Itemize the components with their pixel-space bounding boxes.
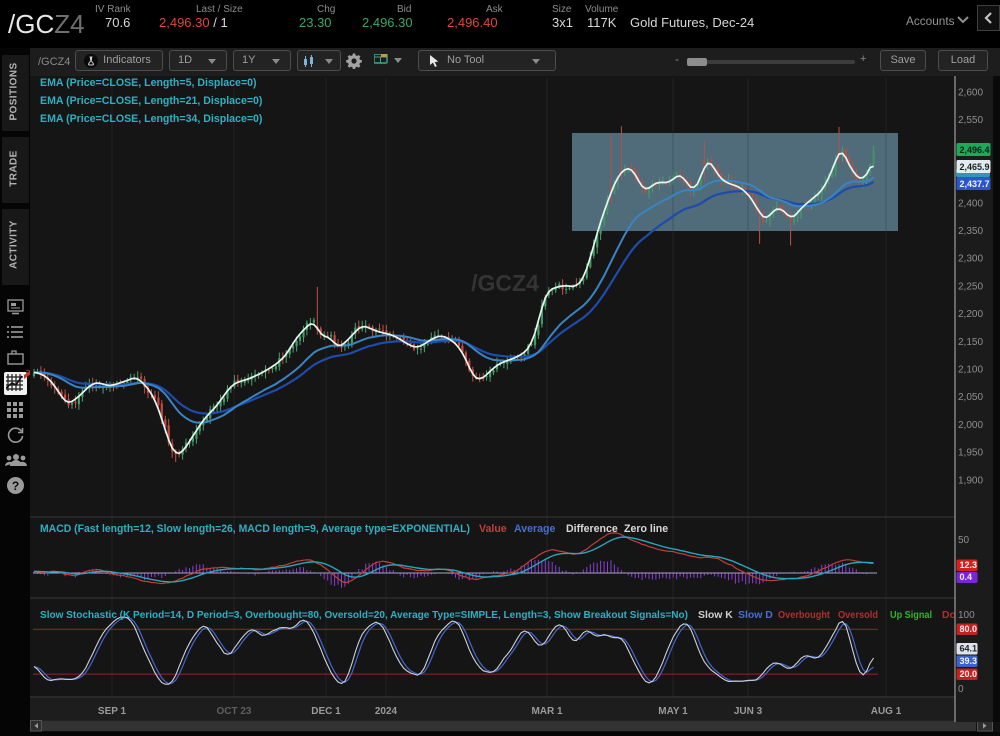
- svg-text:MAY 1: MAY 1: [658, 706, 688, 717]
- svg-text:MAR 1: MAR 1: [531, 706, 563, 717]
- svg-text:100: 100: [958, 610, 975, 621]
- svg-text:Slow D: Slow D: [738, 610, 773, 621]
- svg-text:2,050: 2,050: [958, 392, 983, 403]
- svg-text:DEC 1: DEC 1: [311, 706, 341, 717]
- svg-text:2,350: 2,350: [958, 226, 983, 237]
- svg-text:12.3: 12.3: [960, 560, 978, 570]
- svg-text:2,200: 2,200: [958, 309, 983, 320]
- svg-text:0.4: 0.4: [960, 572, 973, 582]
- svg-text:2,150: 2,150: [958, 337, 983, 348]
- svg-text:2024: 2024: [375, 706, 398, 717]
- svg-text:OCT 23: OCT 23: [216, 706, 251, 717]
- svg-text:EMA (Price=CLOSE, Length=5, Di: EMA (Price=CLOSE, Length=5, Displace=0): [40, 77, 257, 89]
- svg-text:SEP 1: SEP 1: [98, 706, 127, 717]
- svg-text:/GCZ4: /GCZ4: [471, 270, 539, 296]
- svg-text:?: ?: [12, 479, 19, 493]
- svg-text:2,100: 2,100: [958, 365, 983, 376]
- svg-text:1,900: 1,900: [958, 475, 983, 486]
- svg-text:39.3: 39.3: [960, 656, 978, 666]
- svg-text:EMA (Price=CLOSE, Length=34, D: EMA (Price=CLOSE, Length=34, Displace=0): [40, 113, 262, 125]
- svg-text:Value: Value: [479, 523, 507, 535]
- svg-text:Oversold: Oversold: [838, 610, 878, 621]
- svg-text:1,950: 1,950: [958, 448, 983, 459]
- svg-text:Do: Do: [942, 610, 956, 621]
- svg-text:0: 0: [958, 684, 964, 695]
- svg-text:20.0: 20.0: [960, 669, 978, 679]
- svg-text:2,400: 2,400: [958, 198, 983, 209]
- svg-text:2,437.7: 2,437.7: [960, 179, 990, 189]
- svg-text:AUG 1: AUG 1: [871, 706, 902, 717]
- svg-text:2,550: 2,550: [958, 115, 983, 126]
- svg-text:80.0: 80.0: [960, 624, 978, 634]
- svg-text:Difference: Difference: [566, 523, 618, 535]
- svg-text:Slow Stochastic (K Period=14,: Slow Stochastic (K Period=14, D Period=3…: [40, 610, 688, 621]
- svg-text:2,465.9: 2,465.9: [960, 162, 990, 172]
- svg-text:Up Signal: Up Signal: [890, 610, 932, 621]
- svg-text:50: 50: [958, 535, 970, 546]
- svg-text:Zero line: Zero line: [624, 523, 668, 535]
- svg-text:MACD (Fast length=12, Slow len: MACD (Fast length=12, Slow length=26, MA…: [40, 523, 470, 535]
- svg-text:64.1: 64.1: [960, 644, 978, 654]
- svg-text:Slow K: Slow K: [698, 610, 733, 621]
- svg-text:2,600: 2,600: [958, 88, 983, 99]
- svg-text:Average: Average: [514, 523, 556, 535]
- svg-text:EMA (Price=CLOSE, Length=21, D: EMA (Price=CLOSE, Length=21, Displace=0): [40, 95, 262, 107]
- svg-text:2,496.4: 2,496.4: [960, 145, 990, 155]
- svg-text:2,000: 2,000: [958, 420, 983, 431]
- svg-text:2,250: 2,250: [958, 281, 983, 292]
- svg-text:JUN 3: JUN 3: [734, 706, 763, 717]
- svg-text:2,300: 2,300: [958, 254, 983, 265]
- svg-text:Overbought: Overbought: [778, 610, 830, 621]
